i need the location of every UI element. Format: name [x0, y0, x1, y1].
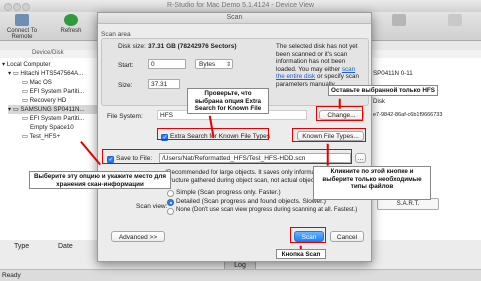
callout-known-types: Кликните по этой кнопке и выберите тольк… — [313, 166, 431, 200]
tree-label: SAMSUNG SP0411N... — [20, 106, 85, 113]
size-label: Size: — [118, 82, 133, 89]
type-column-header: Type — [14, 243, 30, 250]
zoom-window-icon[interactable] — [22, 3, 30, 11]
tree-label: EFI System Partiti... — [29, 88, 85, 95]
refresh-icon — [64, 14, 78, 26]
file-system-label: File System: — [107, 113, 143, 120]
start-input[interactable]: 0 — [148, 59, 186, 69]
window-title: R-Studio for Mac Demo 5.1.4124 - Device … — [167, 2, 314, 9]
none-radio[interactable] — [167, 208, 174, 215]
start-unit-select[interactable]: Bytes — [195, 59, 233, 70]
tree-item-samsung[interactable]: ▾ ▭ SAMSUNG SP0411N... — [8, 105, 105, 114]
refresh-label: Refresh — [60, 28, 82, 34]
property-value: SP0411N 0-11 — [373, 70, 413, 77]
date-column-header: Date — [58, 243, 73, 250]
simple-option-label: Simple (Scan progress only. Faster.) — [176, 189, 281, 196]
scan-area-label: Scan area — [101, 31, 131, 38]
status-text: Ready — [2, 272, 21, 279]
connect-to-remote-button[interactable]: Connect To Remote — [2, 14, 42, 40]
device-tree: ▾ Local Computer ▾ ▭ Hitachi HTS547564A.… — [0, 58, 105, 240]
entire-disk-link[interactable]: the entire disk — [276, 73, 315, 80]
tree-label: Test_HFS+ — [29, 133, 61, 140]
scan-info-text: The selected disk has not yet been scann… — [276, 43, 364, 88]
arrow-known — [327, 143, 329, 166]
start-label: Start: — [118, 62, 134, 69]
tree-item-local-computer[interactable]: ▾ Local Computer — [2, 60, 99, 69]
callout-check-extra: Проверьте, что выбрана опция Extra Searc… — [187, 88, 269, 114]
scan-link[interactable]: scan — [342, 66, 355, 73]
callout-scan-button: Кнопка Scan — [276, 249, 326, 259]
advanced-button[interactable]: Advanced >> — [111, 231, 165, 242]
stop-button[interactable] — [440, 14, 470, 28]
size-input[interactable]: 37.31 — [148, 79, 180, 89]
tree-item-hitachi[interactable]: ▾ ▭ Hitachi HTS547564A... — [8, 69, 105, 78]
disk-size-label: Disk size: — [118, 43, 146, 50]
arrow-hfs — [339, 98, 341, 109]
property-value: Disk — [373, 98, 386, 105]
detailed-option-label: Detailed (Scan progress and found object… — [176, 198, 326, 205]
detailed-radio[interactable] — [167, 199, 174, 206]
stop-icon — [448, 14, 462, 26]
tree-label: Local Computer — [6, 61, 51, 68]
scan-view-label: Scan view: — [136, 203, 168, 210]
refresh-button[interactable]: Refresh — [56, 14, 86, 34]
tree-label: EFI System Partiti... — [29, 115, 85, 122]
connect-to-remote-label: Connect To Remote — [6, 28, 38, 40]
device-disk-header: Device/Disk — [32, 50, 64, 56]
simple-radio[interactable] — [167, 190, 174, 197]
none-option-label: None (Don't use scan view progress durin… — [176, 207, 358, 213]
recognition-icon — [392, 14, 406, 26]
save-to-file-highlight — [102, 149, 352, 164]
recognition-button[interactable] — [384, 14, 414, 28]
disk-size-value: 37.31 GB (78242976 Sectors) — [148, 43, 237, 50]
property-value: e7-9842-86af-c6b1f9666733 — [373, 112, 443, 118]
dialog-title: Scan — [98, 13, 371, 24]
callout-save-info: Выберите эту опцию и укажите место для х… — [29, 171, 171, 189]
computer-icon — [15, 14, 29, 26]
known-types-highlight — [292, 128, 366, 142]
minimize-window-icon[interactable] — [13, 3, 21, 11]
close-window-icon[interactable] — [4, 3, 12, 11]
tree-label: Empty Space10 — [30, 124, 74, 131]
callout-keep-hfs: Оставьте выбранной только HFS — [328, 85, 438, 96]
status-bar: Ready — [0, 269, 481, 281]
scan-button-highlight — [290, 227, 326, 243]
tree-label: Recovery HD — [29, 97, 67, 104]
tree-label: Mac OS — [29, 79, 52, 86]
browse-button[interactable]: ... — [355, 153, 366, 163]
tree-label: Hitachi HTS547564A... — [20, 70, 84, 77]
cancel-button[interactable]: Cancel — [330, 231, 364, 242]
